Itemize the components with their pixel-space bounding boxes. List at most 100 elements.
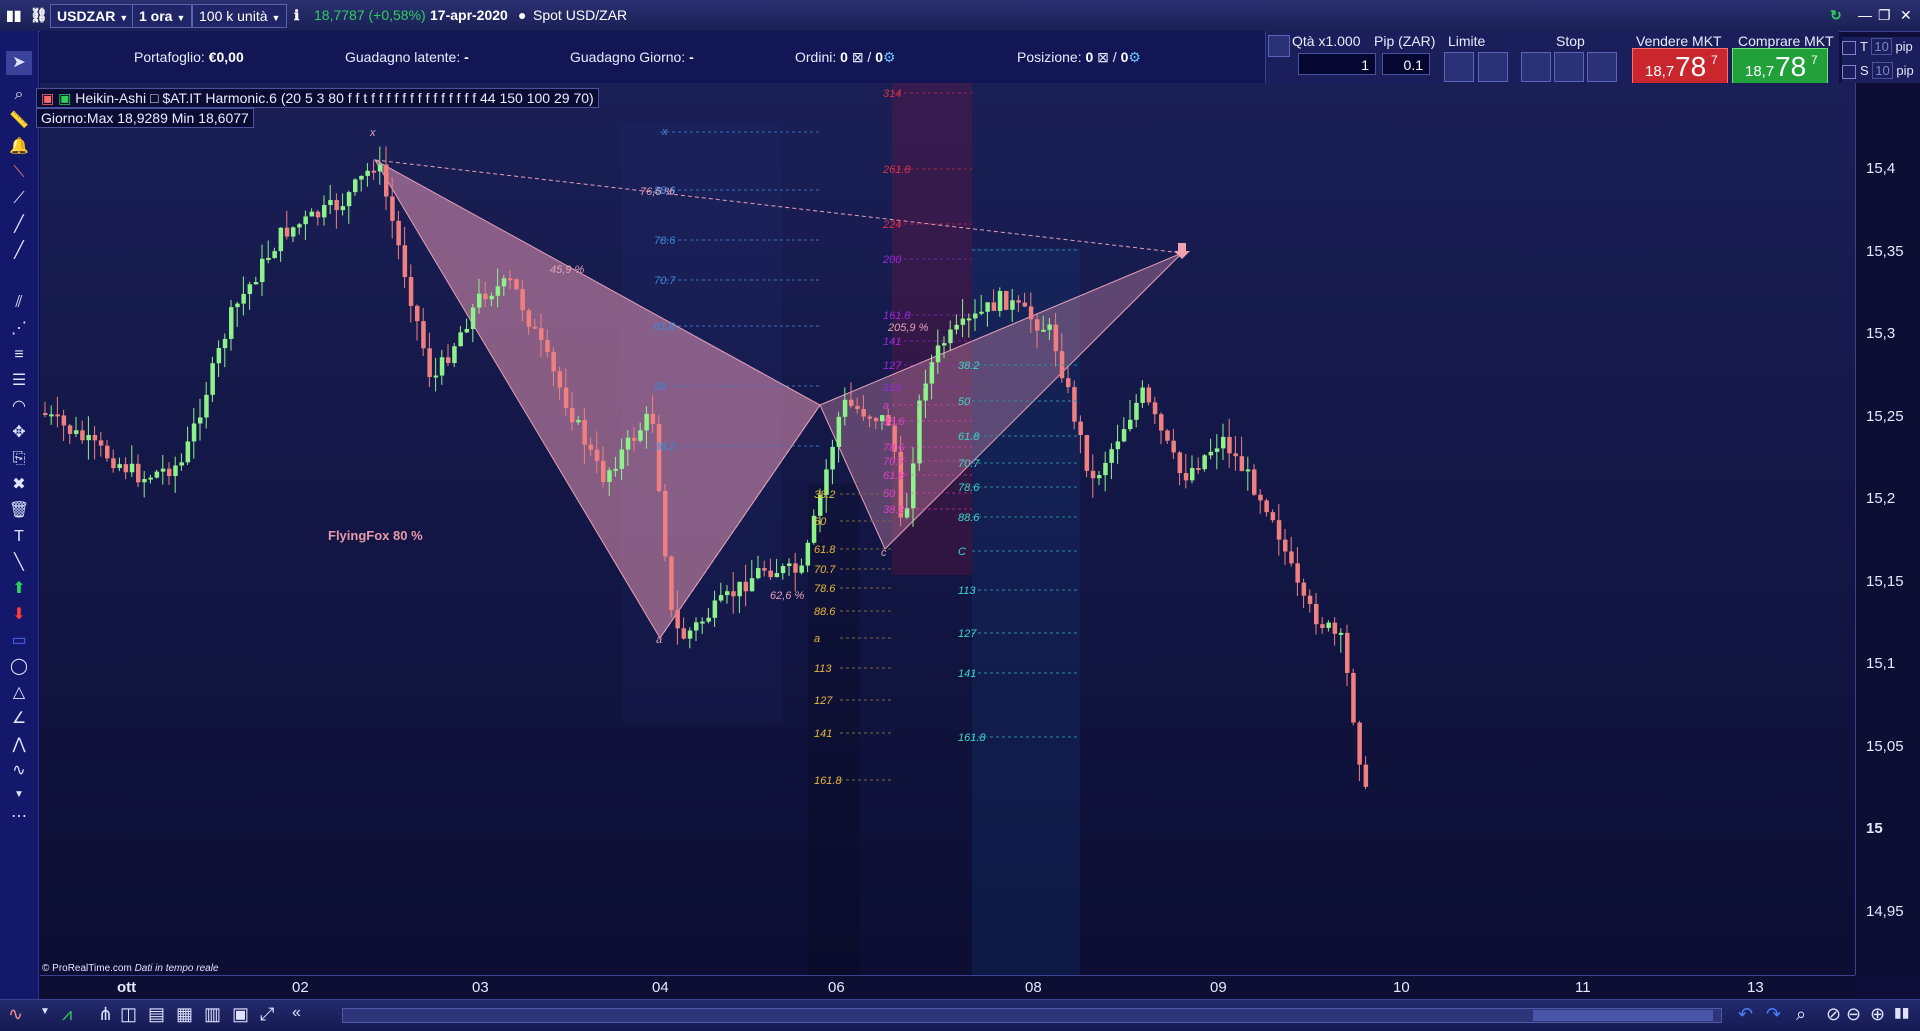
indicator-icon[interactable]: ∿ (8, 1004, 23, 1025)
pip-input[interactable]: 0.1 (1382, 53, 1430, 75)
ruler-icon[interactable]: 📏 (6, 109, 32, 133)
copy-icon[interactable]: ⎘ (6, 447, 32, 471)
channel-icon[interactable]: ⫽ (6, 291, 32, 315)
zoom-icon[interactable]: ⌕ (6, 83, 32, 107)
triangle-icon[interactable]: △ (6, 681, 32, 705)
orders-info[interactable]: Ordini: 0 ⊠ / 0⚙ (795, 49, 896, 66)
candle (799, 565, 804, 573)
zoom-out-icon[interactable]: ⊖ (1846, 1004, 1861, 1025)
position-info[interactable]: Posizione: 0 ⊠ / 0⚙ (1017, 49, 1141, 66)
close-icon[interactable]: ✕ (1900, 4, 1912, 26)
link-icon[interactable]: ⛓ (30, 4, 48, 26)
angle-icon[interactable]: ∠ (6, 707, 32, 731)
ray-icon[interactable]: ╱ (6, 239, 32, 263)
ellipse-icon[interactable]: ◯ (6, 655, 32, 679)
units-select[interactable]: 100 k unità ▼ (192, 4, 288, 28)
sell-market-button[interactable]: 18,7 78 7 (1632, 48, 1728, 85)
window-icon[interactable]: ▤ (148, 1004, 165, 1025)
qty-label: Qtà x1.000 (1292, 33, 1361, 49)
trend-down-icon[interactable]: ⟍ (6, 161, 32, 185)
minimize-icon[interactable]: — (1858, 4, 1872, 26)
time-scrollbar[interactable] (342, 1008, 1722, 1023)
rectangle-icon[interactable]: ▭ (6, 629, 32, 653)
fan-icon[interactable]: ⋰ (6, 317, 32, 341)
position-settings-icon[interactable]: ⚙ (1128, 49, 1141, 65)
fibo-ext-icon[interactable]: ☰ (6, 369, 32, 393)
add-chart-icon[interactable]: ⩘ (62, 1004, 72, 1025)
zoom-in-icon[interactable]: ⊕ (1870, 1004, 1885, 1025)
candles-icon[interactable]: ▮▮ (1894, 1004, 1909, 1021)
t-checkbox[interactable] (1842, 40, 1856, 55)
qty-input[interactable]: 1 (1298, 53, 1376, 75)
candle (1066, 378, 1071, 388)
trend-up-icon[interactable]: ⟋ (6, 187, 32, 211)
move-icon[interactable]: ✥ (6, 421, 32, 445)
candle (1078, 421, 1083, 435)
heikin-icon[interactable]: ▣ (41, 90, 54, 106)
more-icon[interactable]: ⋯ (6, 805, 32, 829)
price-axis[interactable]: 15,4 15,35 15,3 15,25 15,2 15,15 15,1 15,05 15 14… (1855, 83, 1920, 975)
trash-icon[interactable]: 🗑 (6, 499, 32, 523)
candle (545, 340, 550, 352)
layout-icon[interactable]: ◫ (120, 1004, 137, 1025)
undo-icon[interactable]: ↶ (1738, 1004, 1753, 1025)
stop-buy-button[interactable] (1521, 52, 1551, 82)
sell-price-small: 18,7 (1645, 63, 1675, 80)
fib-red-label: 224 (882, 219, 901, 231)
pattern-icon[interactable]: ⋀ (6, 733, 32, 757)
list-icon[interactable]: ▦ (176, 1004, 193, 1025)
settings-icon[interactable]: ▣ (58, 90, 71, 106)
candle (1245, 469, 1251, 472)
alarm-icon[interactable]: 🔔 (6, 135, 32, 159)
symbol-select[interactable]: USDZAR ▼ (50, 4, 136, 28)
restore-icon[interactable]: ❐ (1878, 4, 1891, 26)
stop-alt-button[interactable] (1587, 52, 1617, 82)
tools-icon[interactable]: ✖ (6, 473, 32, 497)
limit-buy-button[interactable] (1444, 52, 1474, 82)
fib-teal-label: 78.6 (958, 482, 980, 494)
position-close-icon[interactable]: ⊠ (1097, 49, 1109, 65)
indicator-menu-icon[interactable]: ▼ (40, 1006, 50, 1017)
timeframe-select[interactable]: 1 ora ▼ (132, 4, 193, 28)
candle (582, 419, 587, 445)
refresh-icon[interactable]: ↻ (1830, 4, 1842, 26)
pen-icon[interactable]: ╲ (6, 551, 32, 575)
candle (743, 581, 749, 592)
t-input[interactable]: 10 (1871, 38, 1892, 55)
candle (322, 204, 327, 218)
s-input[interactable]: 10 (1872, 62, 1893, 79)
limit-sell-button[interactable] (1478, 52, 1508, 82)
orders-settings-icon[interactable]: ⚙ (883, 49, 896, 65)
stop-sell-button[interactable] (1554, 52, 1584, 82)
s-checkbox[interactable] (1842, 64, 1856, 79)
text-icon[interactable]: T (6, 525, 32, 549)
arc-icon[interactable]: ◠ (6, 395, 32, 419)
chart-icon[interactable]: ▮▮ (6, 4, 21, 26)
scroll-left-far-icon[interactable]: « (292, 1004, 301, 1022)
indicator-label[interactable]: $AT.IT Harmonic.6 (20 5 3 80 f f t f f f… (162, 90, 593, 106)
share-icon[interactable]: ⋔ (98, 1004, 113, 1025)
orders-close-icon[interactable]: ⊠ (852, 49, 864, 65)
fullscreen-icon[interactable]: ⤢ (260, 1004, 274, 1025)
wrench-icon[interactable] (1268, 35, 1290, 57)
fib-teal-label: 141 (958, 668, 976, 680)
price-chart[interactable]: 88.6 78.6 70.7 61.8 50 38.2 x 38.2 50 61.8 70.7 78.… (40, 83, 1855, 975)
arrow-down-icon[interactable]: ⬇ (6, 603, 32, 627)
fibo-icon[interactable]: ≡ (6, 343, 32, 367)
zoom-reset-icon[interactable]: ⊘ (1826, 1004, 1841, 1025)
info-icon[interactable]: ℹ (294, 4, 299, 26)
redo-icon[interactable]: ↷ (1766, 1004, 1781, 1025)
wave-icon[interactable]: ∿ (6, 759, 32, 783)
scroll-down-icon[interactable]: ▼ (6, 783, 32, 807)
cursor-icon[interactable]: ➤ (6, 51, 32, 75)
line-icon[interactable]: ╱ (6, 213, 32, 237)
buy-market-button[interactable]: 18,7 78 7 (1732, 48, 1828, 85)
grid-icon[interactable]: ▥ (204, 1004, 221, 1025)
arrow-up-icon[interactable]: ⬆ (6, 577, 32, 601)
date-axis[interactable]: ott 02 03 04 06 08 09 10 11 13 (40, 975, 1855, 1000)
zoom-area-icon[interactable]: ⌕ (1796, 1004, 1806, 1025)
candle (1115, 441, 1121, 450)
screen-icon[interactable]: ▣ (232, 1004, 249, 1025)
scrollbar-thumb[interactable] (1533, 1010, 1713, 1021)
fib-teal-label: 50 (958, 396, 971, 408)
